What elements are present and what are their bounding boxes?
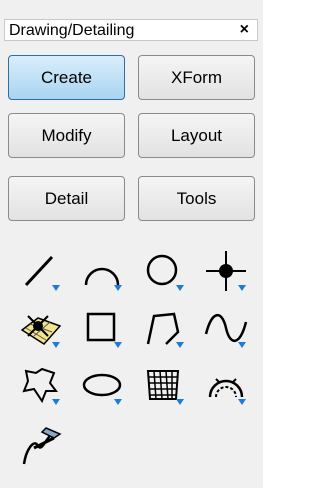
panel-title: Drawing/Detailing <box>9 22 135 39</box>
polyline-icon[interactable] <box>140 304 188 352</box>
detail-button[interactable]: Detail <box>8 176 125 221</box>
spline-icon[interactable] <box>202 304 250 352</box>
tools-button[interactable]: Tools <box>138 176 255 221</box>
sketch-pen-icon[interactable] <box>16 420 64 468</box>
xform-button[interactable]: XForm <box>138 55 255 100</box>
arc-icon[interactable] <box>78 247 126 295</box>
close-icon[interactable]: × <box>240 21 249 39</box>
panel-titlebar: Drawing/Detailing × <box>4 19 258 41</box>
create-button[interactable]: Create <box>8 55 125 100</box>
drawing-detailing-panel: Drawing/Detailing × Create XForm Modify … <box>0 0 263 488</box>
ellipse-icon[interactable] <box>78 361 126 409</box>
line-icon[interactable] <box>16 247 64 295</box>
rectangle-icon[interactable] <box>78 304 126 352</box>
offset-arc-icon[interactable] <box>202 361 250 409</box>
point-icon[interactable] <box>202 247 250 295</box>
modify-button[interactable]: Modify <box>8 113 125 158</box>
surface-point-icon[interactable] <box>16 304 64 352</box>
mesh-icon[interactable] <box>140 361 188 409</box>
circle-icon[interactable] <box>140 247 188 295</box>
layout-button[interactable]: Layout <box>138 113 255 158</box>
freeform-curve-icon[interactable] <box>16 361 64 409</box>
